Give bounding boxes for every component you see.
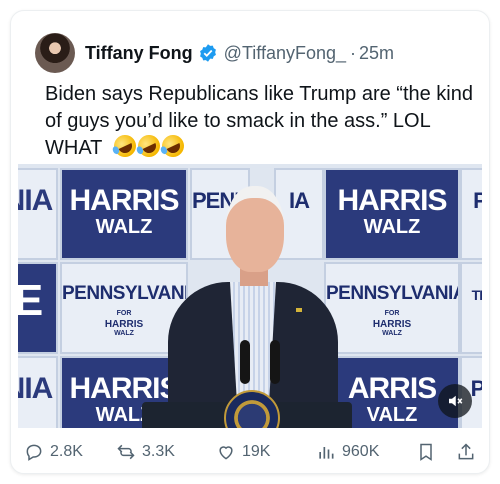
share-icon xyxy=(458,443,474,460)
sign-tile: TH xyxy=(460,262,482,354)
heart-icon xyxy=(219,446,233,460)
author-handle[interactable]: @TiffanyFong_ xyxy=(224,43,346,64)
bookmark-button[interactable] xyxy=(416,440,436,464)
sign-text: NIA xyxy=(18,184,53,217)
sign-tile: HARRIS WALZ xyxy=(324,168,460,260)
sign-text: HARRIS xyxy=(337,184,447,217)
action-bar: 2.8K 3.3K 19K 960K xyxy=(24,440,476,464)
sign-text: WALZ xyxy=(382,330,402,337)
sign-text: WALZ xyxy=(363,216,421,238)
rolling-laughing-emoji-icon xyxy=(109,131,140,161)
volume-muted-icon xyxy=(449,395,463,407)
rolling-laughing-emoji-icon xyxy=(133,131,164,161)
timestamp[interactable]: 25m xyxy=(359,43,394,64)
tweet-body: Biden says Republicans like Trump are “t… xyxy=(45,83,473,159)
tweet-video[interactable]: NIA HARRIS WALZ PENN IA HARRIS WALZ P E … xyxy=(18,164,482,428)
sign-tile: P xyxy=(460,168,482,260)
sign-tile: NIA xyxy=(18,168,58,260)
sign-text: NIA xyxy=(18,372,53,405)
share-button[interactable] xyxy=(456,440,476,464)
verified-badge-icon xyxy=(199,44,216,62)
sign-tile: NIA xyxy=(18,356,58,428)
repost-count: 3.3K xyxy=(142,443,175,460)
views-count: 960K xyxy=(342,443,380,460)
sign-tile: E xyxy=(18,262,58,354)
emoji-group xyxy=(109,131,188,161)
reply-count: 2.8K xyxy=(50,443,83,460)
microphone-icon xyxy=(270,340,280,384)
sign-tile: PENNSYLVANIA FOR HARRIS WALZ xyxy=(324,262,460,354)
reply-icon xyxy=(26,444,42,461)
mute-button[interactable] xyxy=(438,384,472,418)
sign-text: TH xyxy=(471,287,482,303)
like-button[interactable]: 19K xyxy=(216,440,270,464)
views-button[interactable]: 960K xyxy=(316,440,379,464)
repost-button[interactable]: 3.3K xyxy=(116,440,175,464)
sign-text: FOR xyxy=(384,310,400,317)
rolling-laughing-emoji-icon xyxy=(157,131,188,161)
views-chart-icon xyxy=(319,447,334,459)
bookmark-icon xyxy=(420,443,432,461)
microphone-icon xyxy=(240,340,250,384)
sign-text: P xyxy=(462,186,482,216)
sign-text: PENNSYLVANIA xyxy=(326,283,460,304)
repost-icon xyxy=(117,444,135,460)
sign-text: HARRIS xyxy=(372,319,412,330)
tweet-header: Tiffany Fong @TiffanyFong_ · 25m xyxy=(35,33,394,73)
like-count: 19K xyxy=(242,443,271,460)
author-name[interactable]: Tiffany Fong xyxy=(85,43,193,64)
avatar[interactable] xyxy=(35,33,75,73)
reply-button[interactable]: 2.8K xyxy=(24,440,83,464)
sign-text: E xyxy=(18,279,56,323)
tweet-text: Biden says Republicans like Trump are “t… xyxy=(45,81,485,162)
separator-dot: · xyxy=(350,42,357,63)
